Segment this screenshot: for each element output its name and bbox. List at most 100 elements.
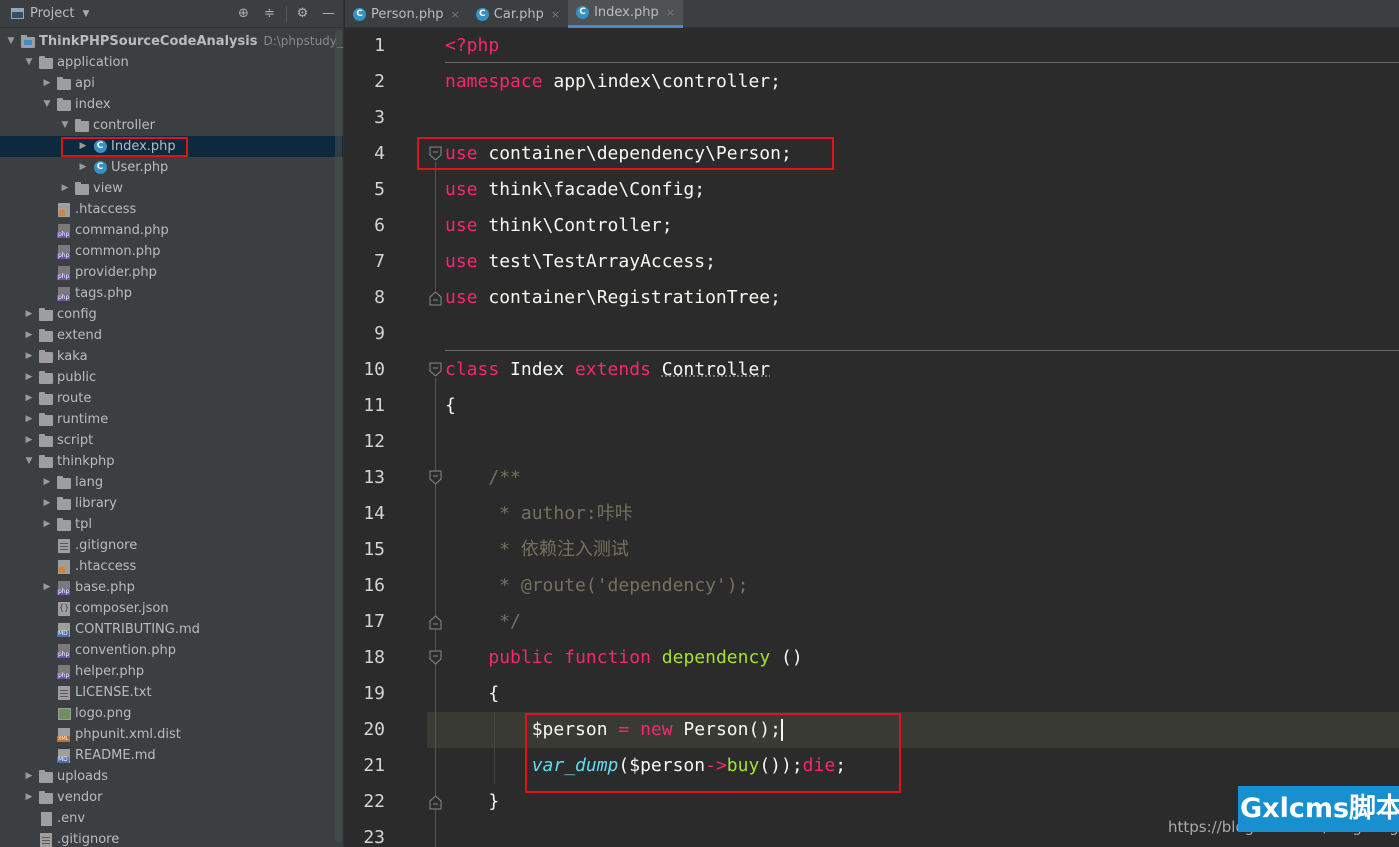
fold-close-icon[interactable]: [429, 290, 442, 306]
tree-item[interactable]: ▼ thinkphp: [0, 451, 343, 472]
tree-item[interactable]: ▶CONTRIBUTING.md: [0, 619, 343, 640]
tree-item[interactable]: ▶ library: [0, 493, 343, 514]
code-line[interactable]: public function dependency (): [445, 640, 802, 676]
tree-item[interactable]: ▶convention.php: [0, 640, 343, 661]
tree-item[interactable]: ▶command.php: [0, 220, 343, 241]
editor-tab[interactable]: C Index.php ×: [568, 0, 683, 28]
tree-item[interactable]: ▼ ThinkPHPSourceCodeAnalysis D:\phpstudy_p…: [0, 31, 343, 52]
tree-item[interactable]: ▶ uploads: [0, 766, 343, 787]
tree-item[interactable]: ▶.gitignore: [0, 829, 343, 847]
tree-item[interactable]: ▶ C Index.php: [0, 136, 343, 157]
tree-item[interactable]: ▶ base.php: [0, 577, 343, 598]
close-icon[interactable]: ×: [551, 8, 560, 21]
code-editor[interactable]: 1 2 3 4 5 6 7 8 9 10 11 12 13 14 15 16 17 18 19 20 21 22 23 <?…: [345, 28, 1399, 847]
expand-arrow-right-icon[interactable]: ▶: [22, 766, 36, 787]
locate-target-icon[interactable]: ⊕: [235, 5, 252, 22]
tree-scrollbar[interactable]: [335, 30, 342, 842]
code-line[interactable]: namespace app\index\controller;: [445, 64, 781, 100]
code-line[interactable]: use think\Controller;: [445, 208, 673, 244]
code-line[interactable]: * 依赖注入测试: [445, 532, 629, 568]
editor-tab[interactable]: C Car.php ×: [468, 0, 568, 28]
expand-arrow-right-icon[interactable]: ▶: [22, 787, 36, 808]
tree-item[interactable]: ▶ lang: [0, 472, 343, 493]
code-line[interactable]: {: [445, 676, 499, 712]
code-line[interactable]: */: [445, 604, 521, 640]
tree-item[interactable]: ▶ view: [0, 178, 343, 199]
tree-item[interactable]: ▶ config: [0, 304, 343, 325]
expand-arrow-down-icon[interactable]: ▼: [22, 52, 36, 73]
tree-item[interactable]: ▶ extend: [0, 325, 343, 346]
hide-panel-icon[interactable]: —: [320, 5, 337, 22]
project-view-selector[interactable]: Project ▼: [11, 6, 89, 21]
editor-tab[interactable]: C Person.php ×: [345, 0, 468, 28]
expand-arrow-right-icon[interactable]: ▶: [40, 514, 54, 535]
expand-arrow-right-icon[interactable]: ▶: [40, 493, 54, 514]
code-line[interactable]: $person = new Person();: [445, 712, 783, 748]
tree-item[interactable]: ▶ public: [0, 367, 343, 388]
code-line[interactable]: }: [445, 784, 499, 820]
tree-item[interactable]: ▼ controller: [0, 115, 343, 136]
tree-item[interactable]: ▶ route: [0, 388, 343, 409]
tree-item[interactable]: ▼ application: [0, 52, 343, 73]
tree-item[interactable]: ▶.htaccess: [0, 556, 343, 577]
code-line[interactable]: use think\facade\Config;: [445, 172, 705, 208]
expand-arrow-right-icon[interactable]: ▶: [40, 73, 54, 94]
tree-item[interactable]: ▼ index: [0, 94, 343, 115]
expand-arrow-right-icon[interactable]: ▶: [22, 367, 36, 388]
expand-arrow-down-icon[interactable]: ▼: [58, 115, 72, 136]
expand-arrow-right-icon[interactable]: ▶: [22, 346, 36, 367]
expand-arrow-right-icon[interactable]: ▶: [76, 136, 90, 157]
expand-arrow-right-icon[interactable]: ▶: [40, 577, 54, 598]
tree-item[interactable]: ▶LICENSE.txt: [0, 682, 343, 703]
tree-item[interactable]: ▶ api: [0, 73, 343, 94]
gear-icon[interactable]: ⚙: [294, 5, 311, 22]
tree-item[interactable]: ▶common.php: [0, 241, 343, 262]
expand-arrow-right-icon[interactable]: ▶: [22, 304, 36, 325]
expand-arrow-down-icon[interactable]: ▼: [4, 31, 18, 52]
collapse-all-icon[interactable]: ≑: [261, 5, 278, 22]
expand-arrow-right-icon[interactable]: ▶: [22, 325, 36, 346]
tree-item[interactable]: ▶ C User.php: [0, 157, 343, 178]
expand-arrow-right-icon[interactable]: ▶: [22, 430, 36, 451]
code-line[interactable]: * author:咔咔: [445, 496, 633, 532]
code-line[interactable]: /**: [445, 460, 521, 496]
close-icon[interactable]: ×: [666, 6, 675, 19]
tree-item[interactable]: ▶ runtime: [0, 409, 343, 430]
tree-item[interactable]: ▶README.md: [0, 745, 343, 766]
expand-arrow-right-icon[interactable]: ▶: [76, 157, 90, 178]
tree-item[interactable]: ▶helper.php: [0, 661, 343, 682]
tree-item[interactable]: ▶phpunit.xml.dist: [0, 724, 343, 745]
expand-arrow-down-icon[interactable]: ▼: [22, 451, 36, 472]
fold-close-icon[interactable]: [429, 794, 442, 810]
tree-item[interactable]: ▶ kaka: [0, 346, 343, 367]
code-line[interactable]: <?php: [445, 28, 499, 64]
close-icon[interactable]: ×: [451, 8, 460, 21]
expand-arrow-right-icon[interactable]: ▶: [58, 178, 72, 199]
tree-item[interactable]: ▶tags.php: [0, 283, 343, 304]
code-line[interactable]: * @route('dependency');: [445, 568, 748, 604]
code-line[interactable]: use container\dependency\Person;: [445, 136, 792, 172]
code-line[interactable]: {: [445, 388, 456, 424]
expand-arrow-right-icon[interactable]: ▶: [22, 409, 36, 430]
tree-item[interactable]: ▶ vendor: [0, 787, 343, 808]
fold-close-icon[interactable]: [429, 614, 442, 630]
tree-item[interactable]: ▶logo.png: [0, 703, 343, 724]
expand-arrow-right-icon[interactable]: ▶: [40, 472, 54, 493]
tree-item[interactable]: ▶.gitignore: [0, 535, 343, 556]
fold-open-icon[interactable]: [429, 146, 442, 162]
code-line[interactable]: var_dump($person->buy());die;: [445, 748, 846, 784]
expand-arrow-down-icon[interactable]: ▼: [40, 94, 54, 115]
fold-open-icon[interactable]: [429, 470, 442, 486]
expand-arrow-right-icon[interactable]: ▶: [22, 388, 36, 409]
fold-open-icon[interactable]: [429, 362, 442, 378]
code-line[interactable]: use container\RegistrationTree;: [445, 280, 781, 316]
code-line[interactable]: class Index extends Controller: [445, 352, 770, 388]
code-line[interactable]: use test\TestArrayAccess;: [445, 244, 716, 280]
fold-open-icon[interactable]: [429, 650, 442, 666]
tree-item[interactable]: ▶ script: [0, 430, 343, 451]
tree-item[interactable]: ▶.env: [0, 808, 343, 829]
tree-item[interactable]: ▶ tpl: [0, 514, 343, 535]
tree-item[interactable]: ▶composer.json: [0, 598, 343, 619]
tree-item[interactable]: ▶provider.php: [0, 262, 343, 283]
tree-item[interactable]: ▶.htaccess: [0, 199, 343, 220]
